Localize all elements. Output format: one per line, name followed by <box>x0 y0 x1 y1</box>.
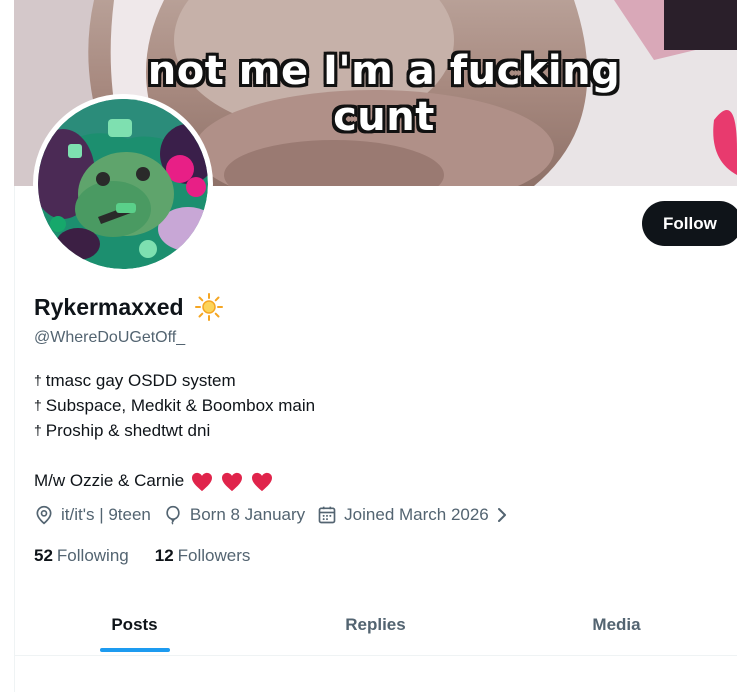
heart-icon <box>251 472 272 491</box>
joined-text: Joined March 2026 <box>344 505 489 524</box>
followers-count: 12 <box>154 546 174 565</box>
joined-item[interactable]: Joined March 2026 <box>317 505 510 525</box>
dagger-symbol: † <box>34 422 42 438</box>
pronouns-text: it/it's | 9teen <box>61 505 151 524</box>
name-row: Rykermaxxed <box>34 292 224 322</box>
dagger-symbol: † <box>34 397 42 413</box>
tab-label: Replies <box>345 615 406 634</box>
follow-button[interactable]: Follow <box>642 201 737 246</box>
display-name: Rykermaxxed <box>34 293 184 320</box>
bio-line: † Proship & shedtwt dni <box>34 418 315 443</box>
following-label: Following <box>56 546 129 565</box>
heart-icon <box>192 472 213 491</box>
followers-link[interactable]: 12 Followers <box>155 546 251 566</box>
tab-label: Posts <box>111 615 158 634</box>
tab-media[interactable]: Media <box>496 596 737 654</box>
bio-extra-text: M/w Ozzie & Carnie <box>34 471 185 490</box>
bio-line-text: Subspace, Medkit & Boombox main <box>45 396 316 415</box>
pronouns-item: it/it's | 9teen <box>34 505 151 525</box>
dagger-symbol: † <box>34 372 42 388</box>
location-pin-icon <box>36 505 52 525</box>
user-handle: @WhereDoUGetOff_ <box>34 329 186 346</box>
following-count: 52 <box>34 546 53 565</box>
balloon-icon <box>166 505 180 525</box>
calendar-icon <box>318 506 336 524</box>
sun-icon <box>194 292 224 322</box>
bio-line-text: tmasc gay OSDD system <box>45 371 236 390</box>
bio-line: M/w Ozzie & Carnie <box>34 468 315 493</box>
bio-line: † Subspace, Medkit & Boombox main <box>34 393 315 418</box>
following-link[interactable]: 52 Following <box>34 546 129 566</box>
bio-line-text: Proship & shedtwt dni <box>45 421 211 440</box>
follow-stats: 52 Following 12 Followers <box>34 546 276 566</box>
active-tab-indicator <box>100 648 170 652</box>
tab-replies[interactable]: Replies <box>255 596 496 654</box>
followers-label: Followers <box>177 546 251 565</box>
avatar[interactable] <box>33 94 213 274</box>
profile-tabs: Posts Replies Media <box>14 596 737 654</box>
tab-posts[interactable]: Posts <box>14 596 255 654</box>
birthday-text: Born 8 January <box>189 505 306 524</box>
bio-line: † tmasc gay OSDD system <box>34 368 315 393</box>
tab-label: Media <box>592 615 641 634</box>
tabs-divider <box>14 655 737 656</box>
birthday-item: Born 8 January <box>163 505 305 525</box>
chevron-right-icon <box>497 508 506 522</box>
profile-meta: it/it's | 9teen Born 8 January Joined Ma… <box>34 505 522 525</box>
avatar-art <box>38 99 208 269</box>
left-margin <box>0 0 14 692</box>
bio: † tmasc gay OSDD system † Subspace, Medk… <box>34 368 315 493</box>
hearts <box>188 468 272 493</box>
heart-icon <box>221 472 242 491</box>
